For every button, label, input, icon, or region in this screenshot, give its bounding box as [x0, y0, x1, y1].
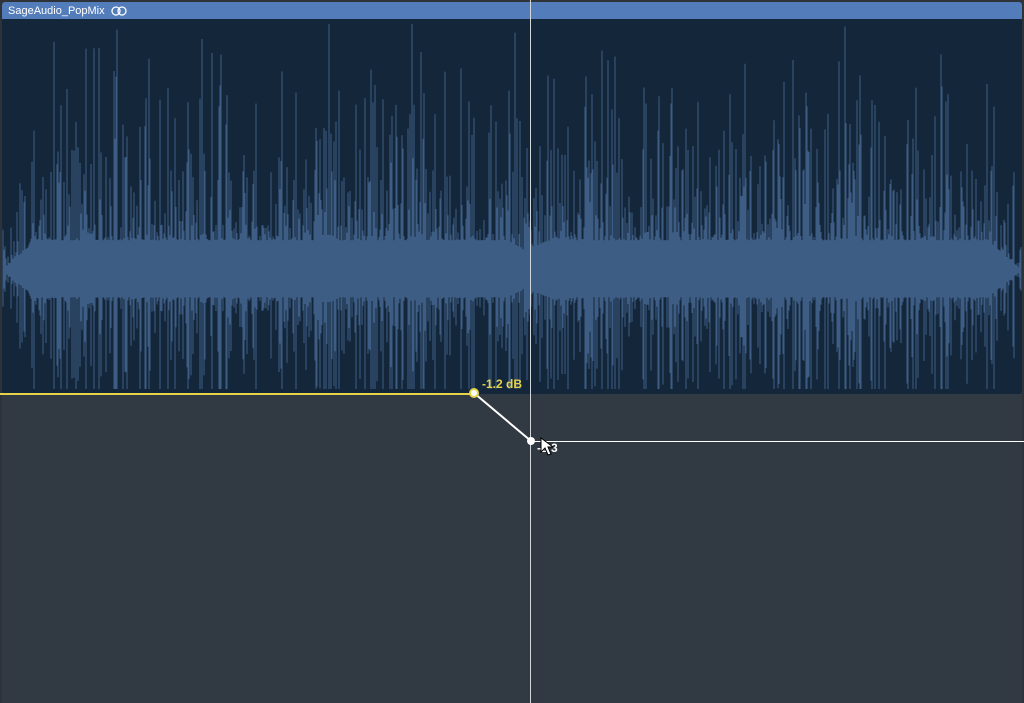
automation-lane[interactable]	[2, 394, 1022, 703]
automation-point-2[interactable]	[527, 437, 535, 445]
audio-clip-header[interactable]: SageAudio_PopMix	[2, 2, 1022, 19]
audio-waveform[interactable]	[2, 19, 1022, 394]
stereo-icon	[111, 6, 127, 16]
clip-name-label: SageAudio_PopMix	[8, 5, 105, 17]
automation-point-1[interactable]	[471, 390, 477, 396]
